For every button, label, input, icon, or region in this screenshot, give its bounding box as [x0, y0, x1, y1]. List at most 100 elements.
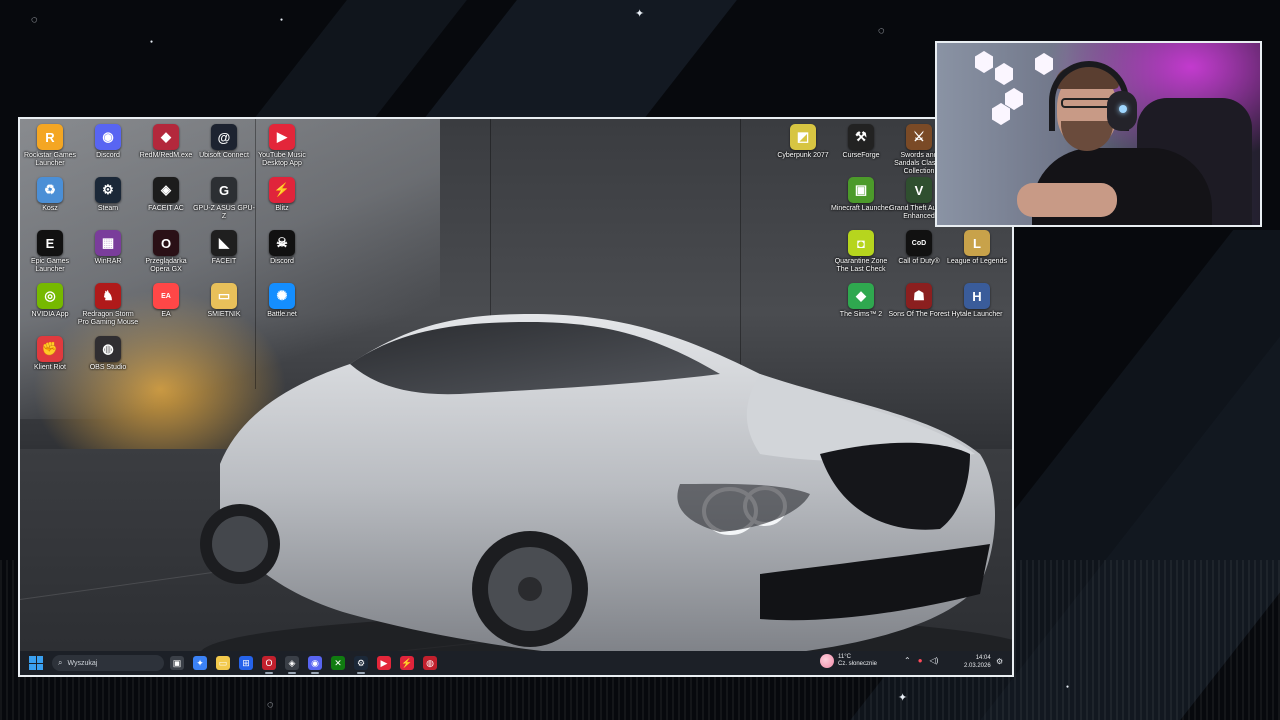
steam-taskbar-icon[interactable]: ⚙ [354, 656, 368, 670]
ea-icon: EA [153, 283, 179, 309]
desktop-icon[interactable]: ⚙ Steam [77, 177, 139, 213]
app-taskbar-icon[interactable]: ◈ [285, 656, 299, 670]
start-button[interactable] [29, 656, 43, 670]
chevron-up-icon[interactable]: ⌃ [904, 656, 911, 665]
desktop-icon[interactable]: ⚡ Blitz [251, 177, 313, 213]
youtube-music-taskbar-icon[interactable]: ▶ [377, 656, 391, 670]
desktop-icon-label: WinRAR [94, 258, 122, 265]
obs-taskbar-icon[interactable]: ◍ [423, 656, 437, 670]
clock[interactable]: 14:04 2.03.2026 [964, 654, 991, 670]
desktop-icon[interactable]: ⚒ CurseForge [830, 124, 892, 160]
copilot-icon[interactable]: ✦ [193, 656, 207, 670]
desktop-icon[interactable]: ▣ Minecraft Launcher [830, 177, 892, 213]
hytale-icon: H [964, 283, 990, 309]
sparkle-icon: ◌ [267, 699, 274, 711]
weather-desc: Cz. słonecznie [838, 661, 878, 667]
desktop-icon[interactable]: ✊ Klient Riot [20, 336, 81, 372]
notification-icon[interactable]: ⚙ [996, 657, 1003, 666]
desktop-icon[interactable]: ◣ FACEIT [193, 230, 255, 266]
desktop-icon[interactable]: ◘ Quarantine Zone The Last Check [830, 230, 892, 274]
desktop-icon-label: Klient Riot [34, 364, 66, 371]
faceit-ac-icon: ◈ [153, 177, 179, 203]
desktop-icon[interactable]: H Hytale Launcher [946, 283, 1008, 319]
desktop-icon-label: FACEIT AC [148, 205, 184, 212]
sparkle-icon: ● [280, 17, 284, 23]
discord-taskbar-icon[interactable]: ◉ [308, 656, 322, 670]
discord-icon: ◉ [95, 124, 121, 150]
xbox-icon[interactable]: ✕ [331, 656, 345, 670]
desktop-icon[interactable]: EA EA [135, 283, 197, 319]
desktop-icon[interactable]: G GPU-Z ASUS GPU-Z [193, 177, 255, 221]
desktop-icon-label: CurseForge [842, 152, 880, 159]
opera-gx-taskbar-icon[interactable]: O [262, 656, 276, 670]
taskbar-search[interactable]: ⌕ Wyszukaj [52, 655, 164, 671]
clock-time: 14:04 [975, 655, 991, 661]
sparkle-icon: ◌ [878, 25, 885, 37]
desktop-icon[interactable]: ♞ Redragon Storm Pro Gaming Mouse [77, 283, 139, 327]
desktop-icon[interactable]: ☗ Sons Of The Forest [888, 283, 950, 319]
desktop-icon[interactable]: ✺ Battle.net [251, 283, 313, 319]
cyberpunk-icon: ◩ [790, 124, 816, 150]
desktop-icon[interactable]: O Przeglądarka Opera GX [135, 230, 197, 274]
desktop-icon[interactable]: R Rockstar Games Launcher [20, 124, 81, 168]
sparkle-icon: ● [150, 39, 154, 45]
hexagon-light [995, 63, 1013, 85]
recycle-bin-icon: ♻ [37, 177, 63, 203]
desktop-icon-label: Redragon Storm Pro Gaming Mouse [77, 311, 139, 326]
desktop-icon[interactable]: ◆ RedM/RedM.exe [135, 124, 197, 160]
desktop-icon-label: Cyberpunk 2077 [777, 152, 829, 159]
webcam-feed [935, 41, 1262, 227]
desktop-icon[interactable]: E Epic Games Launcher [20, 230, 81, 274]
desktop-icon[interactable]: ◉ Discord [77, 124, 139, 160]
desktop-icon-label: SMIETNIK [207, 311, 241, 318]
task-view-icon[interactable]: ▣ [170, 656, 184, 670]
file-explorer-icon[interactable]: ▭ [216, 656, 230, 670]
desktop-icon-label: Kosz [42, 205, 58, 212]
desktop-icon[interactable]: ◩ Cyberpunk 2077 [772, 124, 834, 160]
desktop-icon[interactable]: ♻ Kosz [20, 177, 81, 213]
microsoft-store-icon[interactable]: ⊞ [239, 656, 253, 670]
ubisoft-icon: @ [211, 124, 237, 150]
desktop-icon[interactable]: ◆ The Sims™ 2 [830, 283, 892, 319]
desktop-icon[interactable]: ▶ YouTube Music Desktop App [251, 124, 313, 168]
blitz-taskbar-icon[interactable]: ⚡ [400, 656, 414, 670]
hexagon-light [975, 51, 993, 73]
desktop-icon-label: FACEIT [211, 258, 237, 265]
hexagon-light [992, 103, 1010, 125]
desktop-icon-label: Rockstar Games Launcher [23, 152, 77, 167]
youtube-music-icon: ▶ [269, 124, 295, 150]
steam-icon: ⚙ [95, 177, 121, 203]
desktop-icon[interactable]: ◈ FACEIT AC [135, 177, 197, 213]
desktop-icon[interactable]: ▦ WinRAR [77, 230, 139, 266]
desktop-icon[interactable]: @ Ubisoft Connect [193, 124, 255, 160]
desktop-icon[interactable]: CoD Call of Duty® [888, 230, 950, 266]
desktop-icon[interactable]: ▭ SMIETNIK [193, 283, 255, 319]
folder-icon: ▭ [211, 283, 237, 309]
blitz-icon: ⚡ [269, 177, 295, 203]
sparkle-icon: ● [1066, 684, 1070, 690]
desktop-icon-label: Steam [97, 205, 119, 212]
desktop-icon-label: The Sims™ 2 [839, 311, 883, 318]
desktop-icon[interactable]: L League of Legends [946, 230, 1008, 266]
running-indicator [288, 672, 296, 674]
desktop-icon-label: Quarantine Zone The Last Check [834, 258, 888, 273]
gpuz-icon: G [211, 177, 237, 203]
weather-temp: 11°C [838, 654, 851, 660]
desktop-icon[interactable]: ☠ Discord [251, 230, 313, 266]
clock-date: 2.03.2026 [964, 663, 991, 669]
desktop-icon-label: League of Legends [947, 258, 1007, 265]
search-icon: ⌕ [58, 658, 63, 667]
obs-icon: ◍ [95, 336, 121, 362]
desktop-icon-label: Sons Of The Forest [888, 311, 950, 318]
microphone-icon[interactable]: ● [918, 656, 923, 665]
desktop-icon-label: OBS Studio [89, 364, 127, 371]
speaker-icon[interactable]: ◁) [930, 656, 939, 665]
desktop-icon-label: GPU-Z ASUS GPU-Z [193, 205, 255, 220]
sons-of-the-forest-icon: ☗ [906, 283, 932, 309]
desktop-icon[interactable]: ◍ OBS Studio [77, 336, 139, 372]
sparkle-icon: ✦ [635, 8, 645, 20]
weather-widget[interactable]: 11°C Cz. słonecznie [820, 654, 877, 668]
sparkle-icon: ✦ [898, 692, 908, 704]
gta-v-icon: V [906, 177, 932, 203]
desktop-icon[interactable]: ◎ NVIDIA App [20, 283, 81, 319]
